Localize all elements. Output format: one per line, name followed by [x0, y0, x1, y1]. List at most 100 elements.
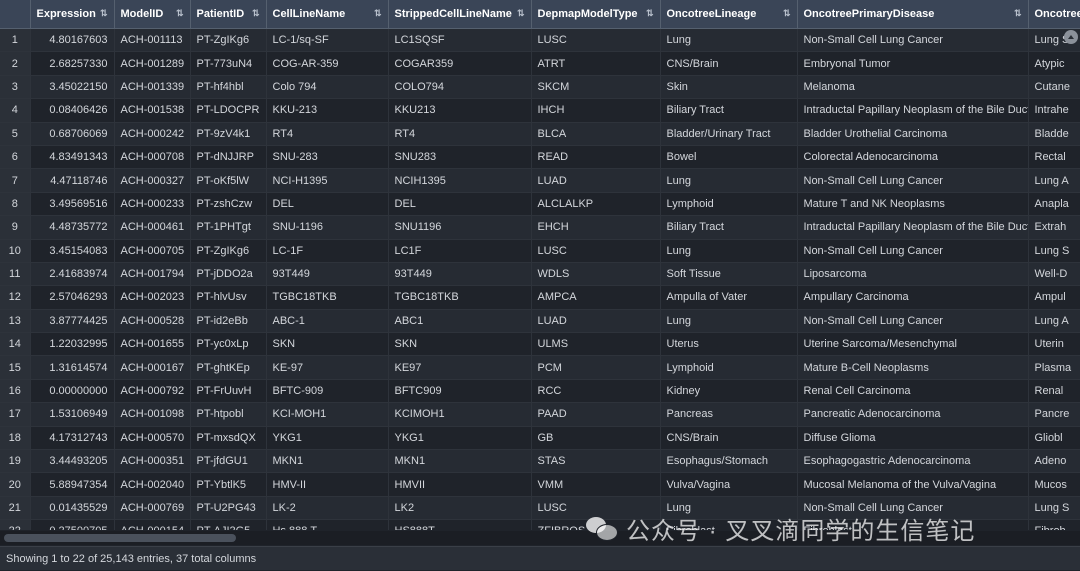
table-cell: ACH-000167	[114, 356, 190, 379]
table-cell: DEL	[266, 192, 388, 215]
table-cell: ATRT	[531, 52, 660, 75]
sort-arrows-icon[interactable]: ⇅	[783, 8, 791, 19]
table-cell: Ampullary Carcinoma	[797, 286, 1028, 309]
scroll-up-icon[interactable]	[1064, 30, 1078, 44]
table-cell: LUAD	[531, 169, 660, 192]
table-row[interactable]: 94.48735772ACH-000461PT-1PHTgtSNU-1196SN…	[0, 216, 1080, 239]
column-header-oncotreelineage[interactable]: OncotreeLineage⇅	[660, 0, 797, 29]
table-row[interactable]: 141.22032995ACH-001655PT-yc0xLpSKNSKNULM…	[0, 333, 1080, 356]
table-cell: 3.45154083	[30, 239, 114, 262]
table-cell: Lung S	[1028, 239, 1080, 262]
table-cell: Non-Small Cell Lung Cancer	[797, 309, 1028, 332]
column-header-expression[interactable]: Expression⇅	[30, 0, 114, 29]
table-cell: ACH-000242	[114, 122, 190, 145]
row-number: 9	[0, 216, 30, 239]
sort-arrows-icon[interactable]: ⇅	[176, 8, 184, 19]
table-cell: Soft Tissue	[660, 262, 797, 285]
table-row[interactable]: 184.17312743ACH-000570PT-mxsdQXYKG1YKG1G…	[0, 426, 1080, 449]
table-cell: ACH-001339	[114, 75, 190, 98]
column-header-celllinename[interactable]: CellLineName⇅	[266, 0, 388, 29]
table-cell: BFTC-909	[266, 379, 388, 402]
table-row[interactable]: 22.68257330ACH-001289PT-773uN4COG-AR-359…	[0, 52, 1080, 75]
table-cell: Lung	[660, 29, 797, 52]
sort-arrows-icon[interactable]: ⇅	[517, 8, 525, 19]
table-cell: Non-Small Cell Lung Cancer	[797, 169, 1028, 192]
column-header-patientid[interactable]: PatientID⇅	[190, 0, 266, 29]
sort-arrows-icon[interactable]: ⇅	[100, 8, 108, 19]
table-cell: 1.22032995	[30, 333, 114, 356]
table-cell: 3.49569516	[30, 192, 114, 215]
sort-arrows-icon[interactable]: ⇅	[646, 8, 654, 19]
table-cell: Vulva/Vagina	[660, 473, 797, 496]
table-cell: LUAD	[531, 309, 660, 332]
table-row[interactable]: 83.49569516ACH-000233PT-zshCzwDELDELALCL…	[0, 192, 1080, 215]
table-cell: WDLS	[531, 262, 660, 285]
table-cell: Uterine Sarcoma/Mesenchymal	[797, 333, 1028, 356]
data-table: Expression⇅ModelID⇅PatientID⇅CellLineNam…	[0, 0, 1080, 530]
table-cell: Intrahe	[1028, 99, 1080, 122]
scrollbar-thumb[interactable]	[4, 534, 236, 542]
table-cell: Intraductal Papillary Neoplasm of the Bi…	[797, 99, 1028, 122]
table-cell: KE97	[388, 356, 531, 379]
entries-status: Showing 1 to 22 of 25,143 entries, 37 to…	[6, 553, 256, 565]
table-row[interactable]: 122.57046293ACH-002023PT-hlvUsvTGBC18TKB…	[0, 286, 1080, 309]
table-cell: Intraductal Papillary Neoplasm of the Bi…	[797, 216, 1028, 239]
table-cell: ACH-000327	[114, 169, 190, 192]
table-row[interactable]: 151.31614574ACH-000167PT-ghtKEpKE-97KE97…	[0, 356, 1080, 379]
row-number: 19	[0, 450, 30, 473]
table-cell: 0.27500705	[30, 520, 114, 530]
table-row[interactable]: 50.68706069ACH-000242PT-9zV4k1RT4RT4BLCA…	[0, 122, 1080, 145]
table-row[interactable]: 14.80167603ACH-001113PT-ZgIKg6LC-1/sq-SF…	[0, 29, 1080, 52]
table-cell: Ampulla of Vater	[660, 286, 797, 309]
table-cell: PT-FrUuvH	[190, 379, 266, 402]
watermark: 公众号 · 叉叉滴同学的生信笔记	[586, 508, 975, 548]
table-cell: ACH-002023	[114, 286, 190, 309]
table-cell: PT-jDDO2a	[190, 262, 266, 285]
table-row[interactable]: 193.44493205ACH-000351PT-jfdGU1MKN1MKN1S…	[0, 450, 1080, 473]
table-cell: Hs 888.T	[266, 520, 388, 530]
table-row[interactable]: 112.41683974ACH-001794PT-jDDO2a93T44993T…	[0, 262, 1080, 285]
table-row[interactable]: 33.45022150ACH-001339PT-hf4hblColo 794CO…	[0, 75, 1080, 98]
row-number: 4	[0, 99, 30, 122]
table-cell: KCI-MOH1	[266, 403, 388, 426]
table-row[interactable]: 40.08406426ACH-001538PT-LDOCPRKKU-213KKU…	[0, 99, 1080, 122]
sort-arrows-icon[interactable]: ⇅	[1014, 8, 1022, 19]
table-cell: ACH-001289	[114, 52, 190, 75]
table-cell: ACH-001098	[114, 403, 190, 426]
table-cell: KE-97	[266, 356, 388, 379]
table-cell: 93T449	[388, 262, 531, 285]
table-cell: MKN1	[388, 450, 531, 473]
table-row[interactable]: 133.87774425ACH-000528PT-id2eBbABC-1ABC1…	[0, 309, 1080, 332]
column-header-depmapmodeltype[interactable]: DepmapModelType⇅	[531, 0, 660, 29]
table-cell: Colorectal Adenocarcinoma	[797, 145, 1028, 168]
column-header-strippedcelllinename[interactable]: StrippedCellLineName⇅	[388, 0, 531, 29]
table-cell: Anapla	[1028, 192, 1080, 215]
table-row[interactable]: 74.47118746ACH-000327PT-oKf5lWNCI-H1395N…	[0, 169, 1080, 192]
table-row[interactable]: 160.00000000ACH-000792PT-FrUuvHBFTC-909B…	[0, 379, 1080, 402]
table-cell: Biliary Tract	[660, 99, 797, 122]
table-row[interactable]: 64.83491343ACH-000708PT-dNJJRPSNU-283SNU…	[0, 145, 1080, 168]
row-number: 14	[0, 333, 30, 356]
table-row[interactable]: 103.45154083ACH-000705PT-ZgIKg6LC-1FLC1F…	[0, 239, 1080, 262]
table-cell: Bladder/Urinary Tract	[660, 122, 797, 145]
table-cell: Lung	[660, 169, 797, 192]
table-cell: ACH-000792	[114, 379, 190, 402]
table-cell: 4.80167603	[30, 29, 114, 52]
wechat-icon	[586, 515, 618, 541]
table-cell: 3.87774425	[30, 309, 114, 332]
table-cell: ALCLALKP	[531, 192, 660, 215]
row-number: 18	[0, 426, 30, 449]
row-number-header[interactable]	[0, 0, 30, 29]
table-cell: NCI-H1395	[266, 169, 388, 192]
table-row[interactable]: 171.53106949ACH-001098PT-htpoblKCI-MOH1K…	[0, 403, 1080, 426]
table-cell: 0.68706069	[30, 122, 114, 145]
column-header-modelid[interactable]: ModelID⇅	[114, 0, 190, 29]
sort-arrows-icon[interactable]: ⇅	[374, 8, 382, 19]
column-header-oncotreeprimarydisease[interactable]: OncotreePrimaryDisease⇅	[797, 0, 1028, 29]
table-cell: PT-jfdGU1	[190, 450, 266, 473]
table-cell: 4.48735772	[30, 216, 114, 239]
sort-arrows-icon[interactable]: ⇅	[252, 8, 260, 19]
table-row[interactable]: 205.88947354ACH-002040PT-YbtlK5HMV-IIHMV…	[0, 473, 1080, 496]
column-header-oncotree[interactable]: Oncotree	[1028, 0, 1080, 29]
table-cell: Gliobl	[1028, 426, 1080, 449]
